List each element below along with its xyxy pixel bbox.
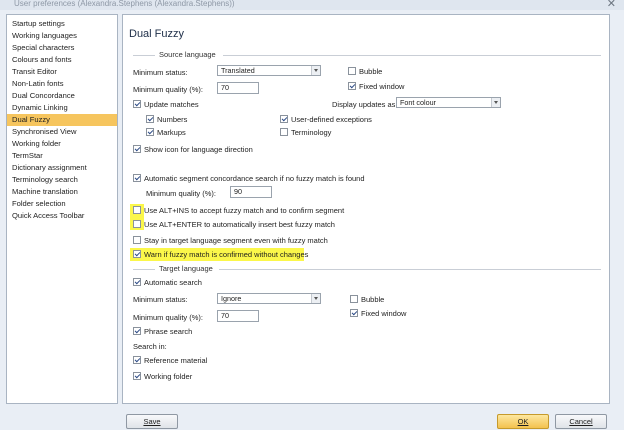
show-icon-checkbox[interactable] bbox=[133, 145, 141, 153]
sidebar-item-transit-editor[interactable]: Transit Editor bbox=[7, 66, 117, 78]
target-fixed-window-checkbox[interactable] bbox=[350, 309, 358, 317]
fixed-window-checkbox[interactable] bbox=[348, 82, 356, 90]
target-min-status-select[interactable]: Ignore bbox=[217, 293, 321, 304]
bubble-label: Bubble bbox=[359, 67, 383, 76]
target-min-status-label: Minimum status: bbox=[133, 295, 188, 304]
sidebar-item-quick-access-toolbar[interactable]: Quick Access Toolbar bbox=[7, 210, 117, 222]
alt-enter-label: Use ALT+ENTER to automatically insert be… bbox=[144, 220, 335, 229]
stay-target-checkbox[interactable] bbox=[133, 236, 141, 244]
auto-search-label: Automatic search bbox=[144, 278, 202, 287]
target-fixed-window-label: Fixed window bbox=[361, 309, 407, 318]
alt-ins-checkbox[interactable] bbox=[133, 206, 141, 214]
title-bar: User preferences (Alexandra.Stephens (Al… bbox=[0, 0, 624, 10]
alt-ins-label: Use ALT+INS to accept fuzzy match and to… bbox=[144, 206, 345, 215]
sidebar-item-dual-fuzzy[interactable]: Dual Fuzzy bbox=[7, 114, 117, 126]
chevron-down-icon bbox=[311, 294, 320, 303]
sidebar-item-working-languages[interactable]: Working languages bbox=[7, 30, 117, 42]
min-quality-input[interactable]: 70 bbox=[217, 82, 259, 94]
page-title: Dual Fuzzy bbox=[129, 28, 185, 40]
sidebar-item-folder-selection[interactable]: Folder selection bbox=[7, 198, 117, 210]
reference-material-label: Reference material bbox=[144, 356, 208, 365]
section-divider bbox=[219, 269, 601, 270]
stay-target-label: Stay in target language segment even wit… bbox=[144, 236, 328, 245]
sidebar-item-synchronised-view[interactable]: Synchronised View bbox=[7, 126, 117, 138]
phrase-search-checkbox[interactable] bbox=[133, 327, 141, 335]
update-matches-label: Update matches bbox=[144, 100, 199, 109]
sidebar-item-terminology-search[interactable]: Terminology search bbox=[7, 174, 117, 186]
user-exceptions-checkbox[interactable] bbox=[280, 115, 288, 123]
sidebar-item-non-latin-fonts[interactable]: Non-Latin fonts bbox=[7, 78, 117, 90]
show-icon-label: Show icon for language direction bbox=[144, 145, 253, 154]
target-min-quality-input[interactable]: 70 bbox=[217, 310, 259, 322]
target-min-quality-label: Minimum quality (%): bbox=[133, 313, 204, 322]
bubble-checkbox[interactable] bbox=[348, 67, 356, 75]
sidebar-item-dynamic-linking[interactable]: Dynamic Linking bbox=[7, 102, 117, 114]
auto-concordance-checkbox[interactable] bbox=[133, 174, 141, 182]
auto-concordance-label: Automatic segment concordance search if … bbox=[144, 174, 365, 183]
save-button[interactable]: Save bbox=[126, 414, 178, 429]
warn-label: Warn if fuzzy match is confirmed without… bbox=[144, 250, 309, 259]
chevron-down-icon bbox=[311, 66, 320, 75]
display-updates-label: Display updates as bbox=[332, 100, 396, 109]
section-source-language: Source language bbox=[159, 50, 216, 59]
target-min-status-value: Ignore bbox=[221, 294, 242, 303]
min-status-select[interactable]: Translated bbox=[217, 65, 321, 76]
section-divider bbox=[223, 55, 601, 56]
section-target-language: Target language bbox=[159, 264, 213, 273]
alt-enter-checkbox[interactable] bbox=[133, 220, 141, 228]
min-status-value: Translated bbox=[221, 66, 255, 75]
min-status-label: Minimum status: bbox=[133, 68, 188, 77]
sidebar-item-colours-and-fonts[interactable]: Colours and fonts bbox=[7, 54, 117, 66]
numbers-label: Numbers bbox=[157, 115, 188, 124]
update-matches-checkbox[interactable] bbox=[133, 100, 141, 108]
working-folder-label: Working folder bbox=[144, 372, 193, 381]
concordance-quality-label: Minimum quality (%): bbox=[146, 189, 217, 198]
sidebar-item-termstar[interactable]: TermStar bbox=[7, 150, 117, 162]
settings-panel: Dual Fuzzy Source language Minimum statu… bbox=[122, 14, 610, 404]
ok-button[interactable]: OK bbox=[497, 414, 549, 429]
cancel-button[interactable]: Cancel bbox=[555, 414, 607, 429]
phrase-search-label: Phrase search bbox=[144, 327, 193, 336]
sidebar-item-dictionary-assignment[interactable]: Dictionary assignment bbox=[7, 162, 117, 174]
chevron-down-icon bbox=[491, 98, 500, 107]
user-exceptions-label: User-defined exceptions bbox=[291, 115, 372, 124]
concordance-quality-input[interactable]: 90 bbox=[230, 186, 272, 198]
reference-material-checkbox[interactable] bbox=[133, 356, 141, 364]
terminology-label: Terminology bbox=[291, 128, 332, 137]
sidebar-item-dual-concordance[interactable]: Dual Concordance bbox=[7, 90, 117, 102]
preferences-sidebar: Startup settings Working languages Speci… bbox=[6, 14, 118, 404]
terminology-checkbox[interactable] bbox=[280, 128, 288, 136]
markups-label: Markups bbox=[157, 128, 186, 137]
sidebar-item-working-folder[interactable]: Working folder bbox=[7, 138, 117, 150]
target-bubble-label: Bubble bbox=[361, 295, 385, 304]
section-divider bbox=[133, 269, 155, 270]
close-icon[interactable]: ✕ bbox=[607, 0, 616, 10]
working-folder-checkbox[interactable] bbox=[133, 372, 141, 380]
numbers-checkbox[interactable] bbox=[146, 115, 154, 123]
window-title: User preferences (Alexandra.Stephens (Al… bbox=[14, 0, 235, 8]
warn-checkbox[interactable] bbox=[133, 250, 141, 258]
sidebar-item-special-characters[interactable]: Special characters bbox=[7, 42, 117, 54]
markups-checkbox[interactable] bbox=[146, 128, 154, 136]
search-in-label: Search in: bbox=[133, 342, 167, 351]
sidebar-item-startup-settings[interactable]: Startup settings bbox=[7, 18, 117, 30]
min-quality-label: Minimum quality (%): bbox=[133, 85, 204, 94]
fixed-window-label: Fixed window bbox=[359, 82, 405, 91]
section-divider bbox=[133, 55, 155, 56]
target-bubble-checkbox[interactable] bbox=[350, 295, 358, 303]
display-updates-value: Font colour bbox=[400, 98, 436, 107]
auto-search-checkbox[interactable] bbox=[133, 278, 141, 286]
sidebar-item-machine-translation[interactable]: Machine translation bbox=[7, 186, 117, 198]
display-updates-select[interactable]: Font colour bbox=[396, 97, 501, 108]
